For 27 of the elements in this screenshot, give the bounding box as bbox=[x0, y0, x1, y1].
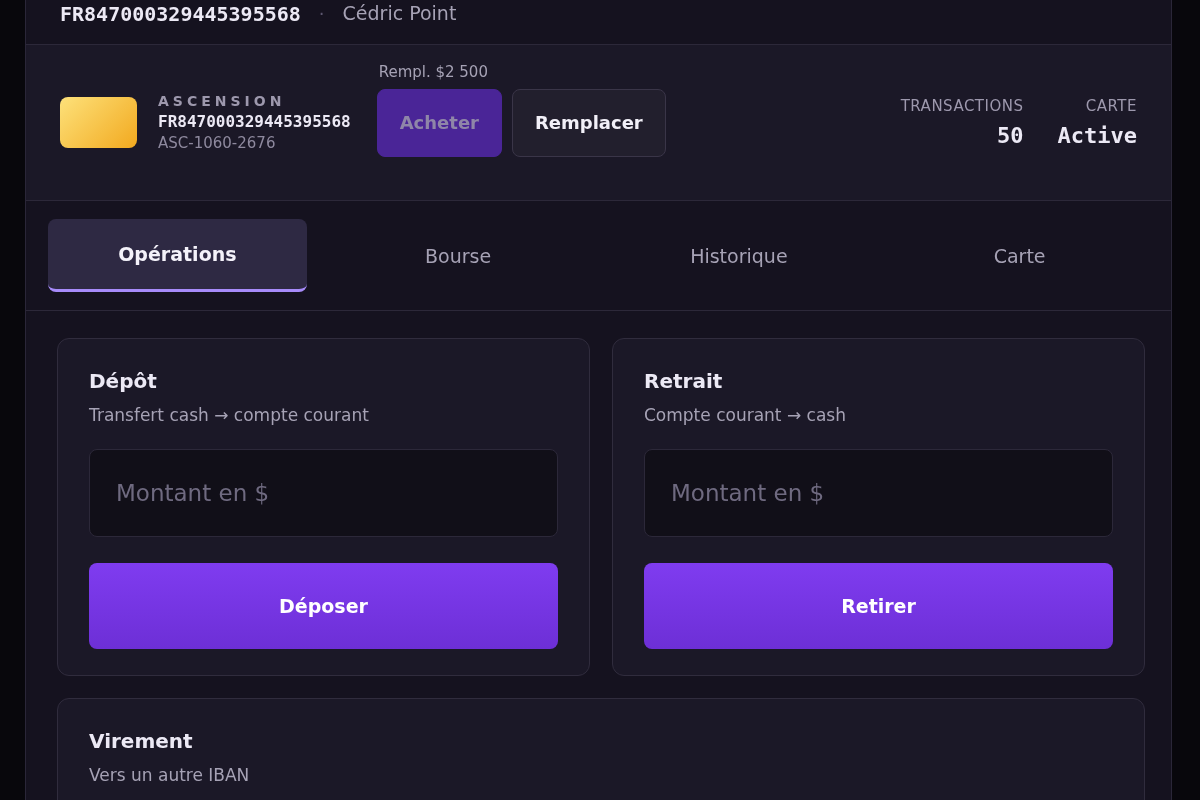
brand-label: ASCENSION bbox=[158, 93, 287, 109]
card-subtitle: Compte courant → cash bbox=[644, 405, 847, 425]
amount-field[interactable]: Montant en $ bbox=[644, 449, 1113, 537]
action-button[interactable]: Déposer bbox=[89, 563, 558, 649]
card-title: Virement bbox=[89, 729, 194, 753]
tab[interactable]: Bourse bbox=[328, 219, 588, 292]
amount-field[interactable]: Montant en $ bbox=[89, 449, 558, 537]
card-title: Retrait bbox=[644, 369, 724, 393]
iban-number: FR847000329445395568 bbox=[60, 2, 301, 26]
account-iban: FR847000329445395568 bbox=[158, 112, 351, 131]
tab[interactable]: Historique bbox=[609, 219, 869, 292]
card-title: Dépôt bbox=[89, 369, 158, 393]
account-code: ASC-1060-2676 bbox=[158, 134, 277, 152]
separator-dot: · bbox=[318, 3, 325, 24]
stat-label: CARTE bbox=[1085, 97, 1137, 115]
replacement-price: Rempl. $2 500 bbox=[378, 62, 489, 81]
card-icon bbox=[60, 97, 137, 148]
replace-button[interactable]: Remplacer bbox=[511, 88, 666, 157]
tab[interactable]: Carte bbox=[890, 219, 1149, 292]
card-subtitle: Vers un autre IBAN bbox=[89, 765, 251, 785]
tab[interactable]: Opérations bbox=[48, 219, 307, 292]
stat-value: 50 bbox=[997, 123, 1024, 148]
action-button[interactable]: Retirer bbox=[644, 563, 1113, 649]
stat-label: TRANSACTIONS bbox=[900, 97, 1024, 115]
stat-value: Active bbox=[1057, 123, 1137, 148]
owner-name: Cédric Point bbox=[342, 2, 457, 24]
card-subtitle: Transfert cash → compte courant bbox=[89, 405, 370, 425]
